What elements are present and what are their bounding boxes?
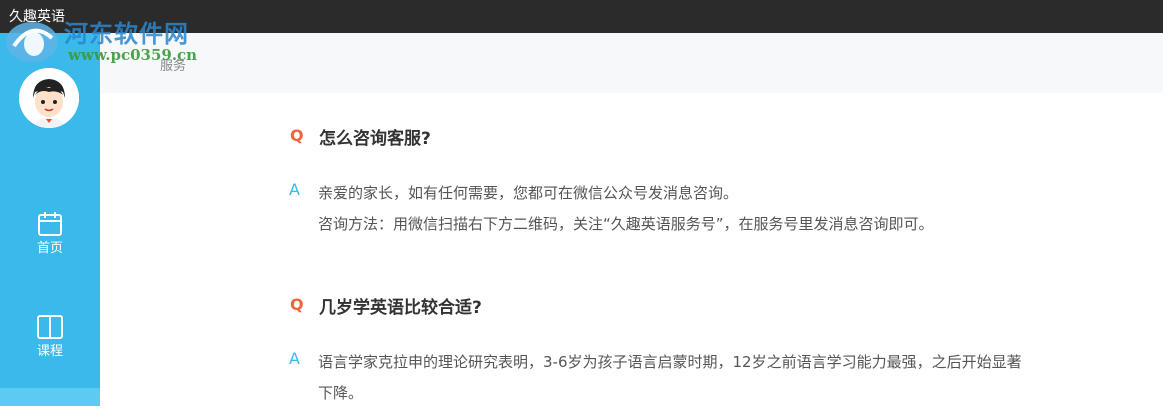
- breadcrumb: 服务: [160, 59, 187, 74]
- calendar-icon: [38, 212, 62, 236]
- faq-item: Q 怎么咨询客服? A 亲爱的家长，如有任何需要，您都可在微信公众号发消息咨询。…: [288, 120, 1088, 240]
- faq-answer-line: 咨询方法：用微信扫描右下方二维码，关注“久趣英语服务号”，在服务号里发消息咨询即…: [318, 215, 934, 233]
- faq-answer: 语言学家克拉申的理论研究表明，3-6岁为孩子语言启蒙时期，12岁之前语言学习能力…: [318, 347, 1088, 409]
- question-mark-label: Q: [290, 126, 304, 145]
- faq-answer-line: 语言学家克拉申的理论研究表明，3-6岁为孩子语言启蒙时期，12岁之前语言学习能力…: [318, 353, 1022, 371]
- book-icon: [37, 315, 63, 339]
- sidebar: 首页 课程: [0, 33, 100, 406]
- faq-question-row: Q 怎么咨询客服?: [288, 120, 1088, 150]
- faq-question: 几岁学英语比较合适?: [319, 298, 482, 318]
- faq-question-row: Q 几岁学英语比较合适?: [288, 289, 1088, 319]
- answer-mark-label: A: [289, 180, 300, 199]
- sidebar-item-service-highlight[interactable]: [0, 388, 100, 406]
- faq-answer-row: A 语言学家克拉申的理论研究表明，3-6岁为孩子语言启蒙时期，12岁之前语言学习…: [288, 347, 1088, 409]
- avatar[interactable]: [19, 68, 79, 128]
- faq-list: Q 怎么咨询客服? A 亲爱的家长，如有任何需要，您都可在微信公众号发消息咨询。…: [288, 120, 1088, 409]
- window-title: 久趣英语: [9, 9, 65, 25]
- answer-mark-label: A: [289, 349, 300, 368]
- sidebar-item-label: 课程: [36, 344, 63, 359]
- faq-question: 怎么咨询客服?: [319, 129, 431, 149]
- sidebar-item-label: 首页: [36, 241, 63, 256]
- sidebar-item-courses[interactable]: 课程: [0, 313, 100, 373]
- page-header: 服务: [100, 33, 1163, 93]
- faq-answer: 亲爱的家长，如有任何需要，您都可在微信公众号发消息咨询。 咨询方法：用微信扫描右…: [318, 178, 1088, 240]
- faq-answer-line: 亲爱的家长，如有任何需要，您都可在微信公众号发消息咨询。: [318, 184, 739, 202]
- faq-answer-row: A 亲爱的家长，如有任何需要，您都可在微信公众号发消息咨询。 咨询方法：用微信扫…: [288, 178, 1088, 240]
- title-bar: 久趣英语: [0, 0, 1163, 33]
- question-mark-label: Q: [290, 295, 304, 314]
- sidebar-item-home[interactable]: 首页: [0, 210, 100, 270]
- faq-item: Q 几岁学英语比较合适? A 语言学家克拉申的理论研究表明，3-6岁为孩子语言启…: [288, 289, 1088, 409]
- faq-answer-line: 下降。: [318, 384, 364, 402]
- avatar-image: [19, 68, 79, 128]
